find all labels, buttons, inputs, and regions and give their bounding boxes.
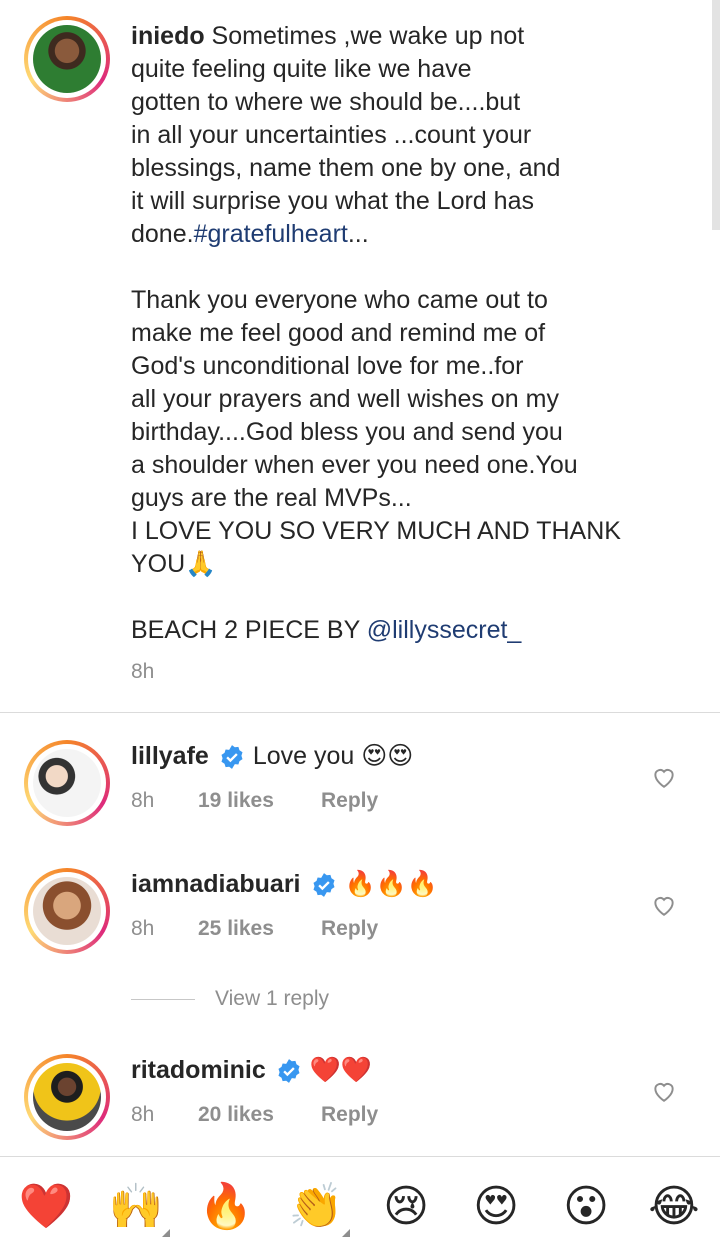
comment-item: lillyafe Love you 😍😍 8h 19 likes Reply	[0, 740, 720, 850]
comment-timestamp: 8h	[131, 789, 155, 812]
verified-badge-icon	[221, 744, 243, 769]
comment-likes[interactable]: 20 likes	[198, 1103, 274, 1127]
verified-badge-icon	[312, 872, 335, 897]
skin-tone-corner-icon	[342, 1229, 350, 1237]
caption-body-1: Sometimes ,we wake up not quite feeling …	[131, 22, 561, 248]
comment-timestamp: 8h	[131, 917, 155, 940]
emoji-surprised-button[interactable]: 😮	[558, 1179, 614, 1235]
skin-tone-corner-icon	[162, 1229, 170, 1237]
emoji-raising-hands-icon: 🙌	[108, 1181, 164, 1232]
comment-likes[interactable]: 25 likes	[198, 917, 274, 941]
emoji-laughing-button[interactable]: 😂	[646, 1179, 702, 1235]
post-caption: iniedo Sometimes ,we wake up not quite f…	[0, 0, 720, 712]
comment-timestamp: 8h	[131, 1103, 155, 1126]
caption-timestamp: 8h	[131, 660, 155, 683]
emoji-quick-bar: ❤️ 🙌 🔥 👏 😢 😍 😮 😂	[0, 1156, 720, 1239]
reply-button[interactable]: Reply	[321, 789, 378, 813]
comment-item: ritadominic ❤️❤️ 8h 20 likes Reply	[0, 1054, 720, 1164]
caption-body-2: ... Thank you everyone who came out to m…	[131, 220, 621, 644]
caption-mention[interactable]: @lillyssecret_	[367, 616, 522, 644]
comment-text: Love you 😍😍	[252, 742, 414, 770]
emoji-fire-button[interactable]: 🔥	[198, 1179, 254, 1235]
emoji-clapping-icon: 👏	[288, 1181, 344, 1232]
comment-username[interactable]: iamnadiabuari	[131, 868, 301, 901]
view-replies-button[interactable]: View 1 reply	[131, 986, 329, 1012]
like-heart-icon[interactable]	[651, 1078, 677, 1104]
divider	[0, 712, 720, 713]
comment-avatar[interactable]	[24, 1054, 110, 1140]
reply-button[interactable]: Reply	[321, 1103, 378, 1127]
comment-text: 🔥🔥🔥	[344, 870, 438, 898]
emoji-heart-button[interactable]: ❤️	[18, 1179, 74, 1235]
caption-avatar[interactable]	[24, 16, 110, 102]
emoji-clapping-button[interactable]: 👏	[288, 1179, 350, 1237]
emoji-crying-button[interactable]: 😢	[378, 1179, 434, 1235]
caption-text: iniedo Sometimes ,we wake up not quite f…	[131, 20, 671, 647]
comment-avatar[interactable]	[24, 868, 110, 954]
verified-badge-icon	[278, 1058, 300, 1083]
comment-username[interactable]: ritadominic	[131, 1054, 266, 1087]
emoji-raising-hands-button[interactable]: 🙌	[108, 1179, 170, 1237]
emoji-heart-eyes-button[interactable]: 😍	[468, 1179, 524, 1235]
view-replies-label[interactable]: View 1 reply	[215, 987, 329, 1011]
like-heart-icon[interactable]	[651, 892, 677, 918]
reply-button[interactable]: Reply	[321, 917, 378, 941]
comment-likes[interactable]: 19 likes	[198, 789, 274, 813]
comment-username[interactable]: lillyafe	[131, 740, 209, 773]
like-heart-icon[interactable]	[651, 764, 677, 790]
caption-username[interactable]: iniedo	[131, 22, 205, 50]
caption-hashtag[interactable]: #gratefulheart	[194, 220, 348, 248]
comment-text: ❤️❤️	[309, 1056, 373, 1084]
comment-item: iamnadiabuari 🔥🔥🔥 8h 25 likes Reply	[0, 868, 720, 978]
reply-divider-line	[131, 998, 195, 1000]
comment-avatar[interactable]	[24, 740, 110, 826]
